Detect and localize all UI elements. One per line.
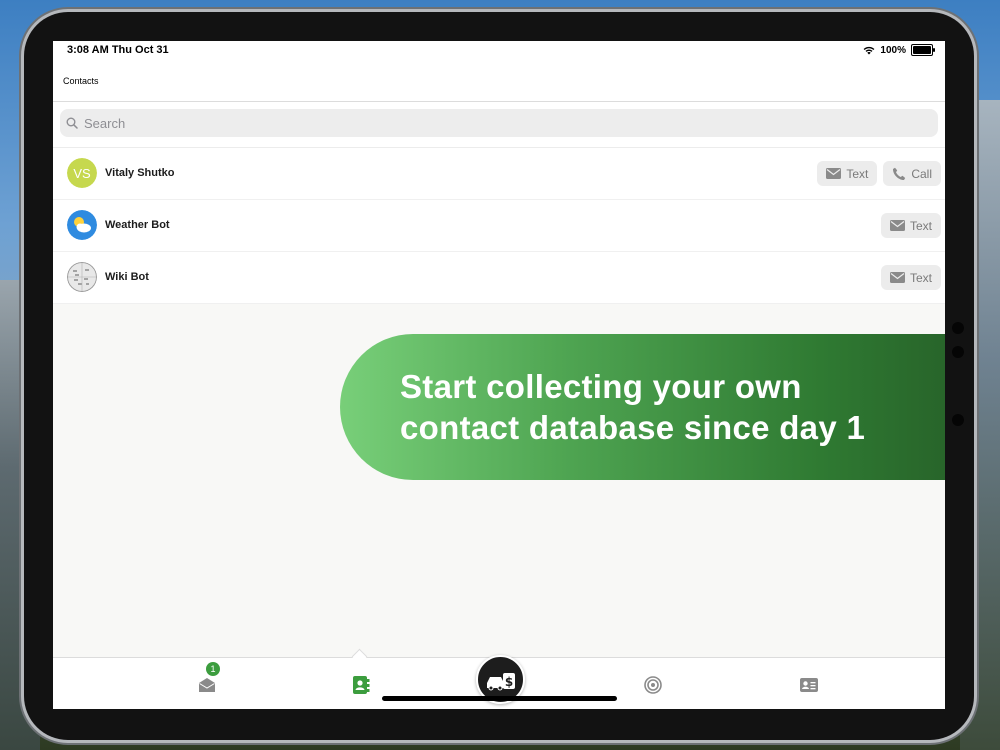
tab-radar[interactable]: [643, 675, 663, 695]
contact-actions: Text: [880, 213, 941, 238]
avatar: [67, 210, 97, 240]
wifi-icon: [864, 46, 875, 54]
tab-inbox[interactable]: [197, 675, 217, 695]
search-bar[interactable]: [60, 109, 938, 137]
envelope-icon: [889, 220, 905, 231]
weather-cloud-icon: [67, 210, 97, 240]
contact-list: VS Vitaly Shutko Text Call Weather Bot T…: [53, 148, 945, 304]
contact-name: Wiki Bot: [105, 271, 149, 283]
tab-contacts[interactable]: [351, 675, 371, 695]
text-button-label: Text: [909, 218, 932, 233]
contact-actions: Text: [880, 265, 941, 290]
text-button[interactable]: Text: [817, 161, 878, 186]
contacts-icon: [353, 676, 370, 694]
side-sensor: [952, 322, 964, 334]
contact-row-vitaly-shutko[interactable]: VS Vitaly Shutko Text Call: [53, 148, 945, 200]
battery-percent: 100%: [880, 44, 906, 56]
phone-icon: [893, 167, 906, 180]
radar-icon: [644, 676, 662, 694]
tab-bar: 1 $: [53, 648, 945, 709]
id-card-icon: [800, 678, 818, 692]
wikipedia-globe-icon: [67, 262, 97, 292]
text-button-label: Text: [909, 270, 932, 285]
contact-row-wiki-bot[interactable]: Wiki Bot Text: [53, 252, 945, 304]
call-button-label: Call: [911, 166, 932, 181]
inbox-badge: 1: [206, 662, 220, 676]
home-indicator[interactable]: [382, 696, 617, 701]
contact-actions: Text Call: [817, 161, 941, 186]
text-button[interactable]: Text: [880, 265, 941, 290]
active-tab-indicator: [351, 648, 368, 665]
svg-text:$: $: [504, 675, 512, 689]
promo-banner: Start collecting your own contact databa…: [340, 334, 945, 480]
contact-row-weather-bot[interactable]: Weather Bot Text: [53, 200, 945, 252]
avatar: VS: [67, 158, 97, 188]
status-time: 3:08 AM Thu Oct 31: [67, 44, 169, 56]
envelope-icon: [826, 168, 842, 179]
contact-name: Weather Bot: [105, 219, 170, 231]
status-indicators: 100%: [863, 44, 935, 56]
envelope-icon: [889, 272, 905, 283]
promo-line-1: Start collecting your own: [400, 368, 802, 405]
promo-line-2: contact database since day 1: [400, 409, 866, 446]
promo-text: Start collecting your own contact databa…: [400, 366, 945, 448]
avatar: [67, 262, 97, 292]
search-container: [53, 102, 945, 148]
status-bar: 3:08 AM Thu Oct 31 100%: [53, 41, 945, 61]
car-dollar-icon: $: [486, 672, 515, 690]
tablet-frame: 3:08 AM Thu Oct 31 100% Contacts Search …: [24, 12, 974, 740]
contact-name: Vitaly Shutko: [105, 167, 175, 179]
page-title: Contacts: [63, 76, 99, 86]
inbox-icon: [199, 678, 215, 692]
app-screen: 3:08 AM Thu Oct 31 100% Contacts Search …: [53, 41, 945, 709]
side-sensor: [952, 414, 964, 426]
avatar-initials: VS: [67, 158, 97, 188]
battery-icon: [911, 44, 935, 56]
search-input[interactable]: [82, 114, 926, 132]
text-button-label: Text: [846, 166, 869, 181]
call-button[interactable]: Call: [883, 161, 941, 186]
search-icon: [66, 117, 78, 129]
tab-profile[interactable]: [799, 675, 819, 695]
navigation-bar: Contacts: [53, 61, 945, 102]
side-sensor: [952, 346, 964, 358]
text-button[interactable]: Text: [880, 213, 941, 238]
battery-level: [913, 46, 931, 54]
